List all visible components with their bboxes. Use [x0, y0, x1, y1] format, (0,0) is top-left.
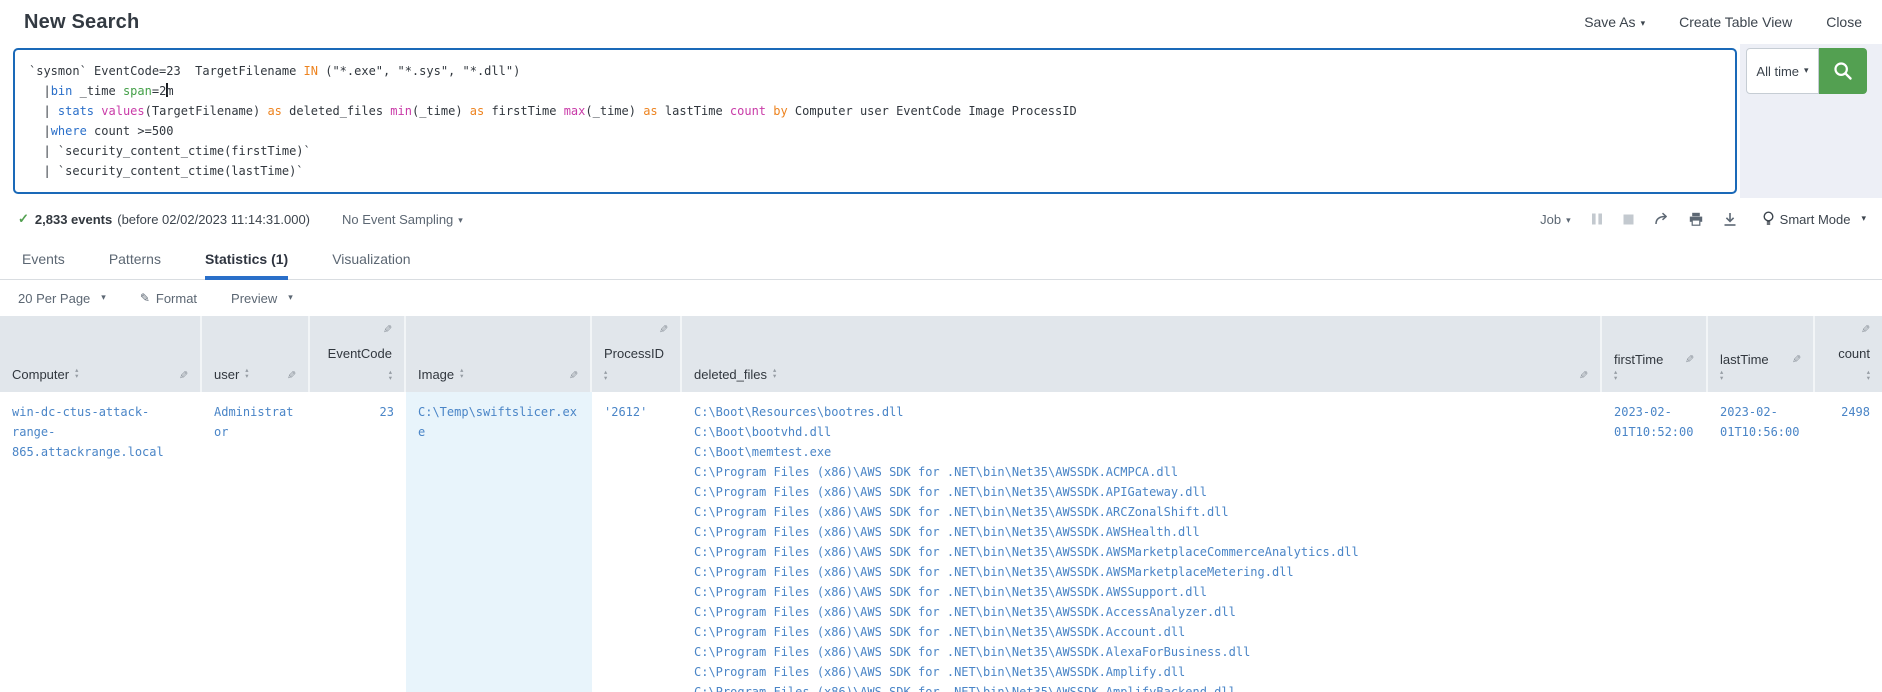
chevron-down-icon: ▾ [1804, 65, 1809, 76]
pencil-icon[interactable]: ✎ [1685, 353, 1694, 366]
create-table-view-button[interactable]: Create Table View [1679, 14, 1792, 30]
cell-count: 2498 [1815, 392, 1882, 692]
sort-arrows-icon[interactable]: ▴▾ [1614, 370, 1694, 381]
event-count-detail: (before 02/02/2023 11:14:31.000) [117, 212, 310, 227]
cell-eventcode: 23 [310, 392, 406, 692]
deleted-file-value[interactable]: C:\Boot\memtest.exe [694, 442, 1590, 462]
table-controls: 20 Per Page▾ ✎Format Preview▾ [0, 280, 1882, 316]
chevron-down-icon: ▾ [1566, 215, 1571, 226]
sort-arrows-icon[interactable]: ▴▾ [245, 368, 248, 379]
page-title: New Search [24, 11, 139, 34]
column-header-image[interactable]: Image▴▾ ✎ [406, 316, 592, 392]
column-header-computer[interactable]: Computer▴▾ ✎ [0, 316, 202, 392]
preview-menu[interactable]: Preview▾ [231, 291, 293, 306]
column-header-eventcode[interactable]: ✎ EventCode ▴▾ [310, 316, 406, 392]
column-header-processid[interactable]: ✎ ProcessID ▴▾ [592, 316, 682, 392]
pencil-icon[interactable]: ✎ [569, 369, 578, 382]
chevron-down-icon: ▾ [288, 292, 293, 303]
deleted-file-value[interactable]: C:\Program Files (x86)\AWS SDK for .NET\… [694, 542, 1590, 562]
event-sampling-menu[interactable]: No Event Sampling▾ [342, 212, 463, 227]
column-header-count[interactable]: ✎ count ▴▾ [1815, 316, 1882, 392]
tab-statistics[interactable]: Statistics (1) [205, 251, 288, 279]
search-bar-row: `sysmon` EventCode=23 TargetFilename IN … [0, 44, 1882, 198]
share-icon[interactable] [1654, 212, 1669, 226]
pencil-icon[interactable]: ✎ [383, 323, 392, 336]
pencil-icon[interactable]: ✎ [1792, 353, 1801, 366]
cell-computer: win-dc-ctus-attack-range-865.attackrange… [0, 392, 202, 692]
format-button[interactable]: ✎Format [140, 291, 197, 306]
lightbulb-icon [1763, 211, 1774, 227]
cell-deleted-files: C:\Boot\Resources\bootres.dllC:\Boot\boo… [682, 392, 1602, 692]
table-row: win-dc-ctus-attack-range-865.attackrange… [0, 392, 1882, 692]
download-icon[interactable] [1723, 212, 1737, 226]
deleted-file-value[interactable]: C:\Program Files (x86)\AWS SDK for .NET\… [694, 502, 1590, 522]
cell-processid: '2612' [592, 392, 682, 692]
deleted-file-value[interactable]: C:\Program Files (x86)\AWS SDK for .NET\… [694, 462, 1590, 482]
cell-lasttime: 2023-02-01T10:56:00 [1708, 392, 1815, 692]
sort-arrows-icon[interactable]: ▴▾ [389, 370, 392, 381]
magnifier-icon [1832, 60, 1854, 82]
tab-events[interactable]: Events [22, 251, 65, 279]
deleted-file-value[interactable]: C:\Program Files (x86)\AWS SDK for .NET\… [694, 662, 1590, 682]
deleted-file-value[interactable]: C:\Program Files (x86)\AWS SDK for .NET\… [694, 482, 1590, 502]
save-as-button[interactable]: Save As▾ [1584, 14, 1645, 30]
print-icon[interactable] [1689, 212, 1703, 226]
pencil-icon[interactable]: ✎ [659, 323, 668, 336]
close-button[interactable]: Close [1826, 14, 1862, 30]
deleted-file-value[interactable]: C:\Program Files (x86)\AWS SDK for .NET\… [694, 582, 1590, 602]
chevron-down-icon: ▾ [101, 292, 106, 303]
search-button[interactable] [1819, 48, 1867, 94]
sort-arrows-icon[interactable]: ▴▾ [1720, 370, 1801, 381]
splunk-search-page: New Search Save As▾ Create Table View Cl… [0, 0, 1882, 692]
search-input[interactable]: `sysmon` EventCode=23 TargetFilename IN … [13, 48, 1737, 194]
job-actions: Job▾ Smart Mode ▾ [1540, 211, 1866, 227]
deleted-file-value[interactable]: C:\Program Files (x86)\AWS SDK for .NET\… [694, 562, 1590, 582]
chevron-down-icon: ▾ [1641, 18, 1646, 29]
per-page-menu[interactable]: 20 Per Page▾ [18, 291, 106, 306]
sort-arrows-icon[interactable]: ▴▾ [1867, 370, 1870, 381]
deleted-file-value[interactable]: C:\Boot\Resources\bootres.dll [694, 402, 1590, 422]
pencil-icon[interactable]: ✎ [287, 369, 296, 382]
top-bar: New Search Save As▾ Create Table View Cl… [0, 0, 1882, 44]
stop-icon[interactable] [1623, 214, 1634, 225]
top-actions: Save As▾ Create Table View Close [1584, 14, 1862, 30]
deleted-file-value[interactable]: C:\Program Files (x86)\AWS SDK for .NET\… [694, 642, 1590, 662]
time-range-picker[interactable]: All time▾ [1746, 48, 1819, 94]
sort-arrows-icon[interactable]: ▴▾ [604, 370, 607, 381]
column-header-user[interactable]: user▴▾ ✎ [202, 316, 310, 392]
pencil-icon: ✎ [140, 291, 150, 305]
deleted-file-value[interactable]: C:\Boot\bootvhd.dll [694, 422, 1590, 442]
cell-user: Administrator [202, 392, 310, 692]
deleted-file-value[interactable]: C:\Program Files (x86)\AWS SDK for .NET\… [694, 522, 1590, 542]
column-header-deleted-files[interactable]: deleted_files▴▾ ✎ [682, 316, 1602, 392]
tab-patterns[interactable]: Patterns [109, 251, 161, 279]
sort-arrows-icon[interactable]: ▴▾ [773, 368, 776, 379]
table-header-row: Computer▴▾ ✎ user▴▾ ✎ ✎ EventCode ▴▾ Ima… [0, 316, 1882, 392]
column-header-lasttime[interactable]: lastTime✎ ▴▾ [1708, 316, 1815, 392]
deleted-file-value[interactable]: C:\Program Files (x86)\AWS SDK for .NET\… [694, 602, 1590, 622]
pencil-icon[interactable]: ✎ [179, 369, 188, 382]
deleted-file-value[interactable]: C:\Program Files (x86)\AWS SDK for .NET\… [694, 622, 1590, 642]
pencil-icon[interactable]: ✎ [1861, 323, 1870, 336]
job-status-bar: ✓ 2,833 events (before 02/02/2023 11:14:… [0, 198, 1882, 240]
search-mode-menu[interactable]: Smart Mode ▾ [1763, 211, 1866, 227]
pause-icon[interactable] [1591, 213, 1603, 225]
sort-arrows-icon[interactable]: ▴▾ [75, 368, 78, 379]
cell-image: C:\Temp\swiftslicer.exe [406, 392, 592, 692]
chevron-down-icon: ▾ [458, 215, 463, 226]
deleted-files-list: C:\Boot\Resources\bootres.dllC:\Boot\boo… [694, 402, 1590, 692]
column-header-firsttime[interactable]: firstTime✎ ▴▾ [1602, 316, 1708, 392]
statistics-table: Computer▴▾ ✎ user▴▾ ✎ ✎ EventCode ▴▾ Ima… [0, 316, 1882, 692]
deleted-file-value[interactable]: C:\Program Files (x86)\AWS SDK for .NET\… [694, 682, 1590, 692]
job-menu[interactable]: Job▾ [1540, 212, 1571, 227]
cell-firsttime: 2023-02-01T10:52:00 [1602, 392, 1708, 692]
tab-visualization[interactable]: Visualization [332, 251, 410, 279]
event-count: 2,833 events [35, 212, 112, 227]
result-tabs: Events Patterns Statistics (1) Visualiza… [0, 240, 1882, 280]
sort-arrows-icon[interactable]: ▴▾ [460, 368, 463, 379]
search-query: `sysmon` EventCode=23 TargetFilename IN … [29, 61, 1721, 181]
pencil-icon[interactable]: ✎ [1579, 369, 1588, 382]
checkmark-icon: ✓ [18, 211, 29, 227]
chevron-down-icon: ▾ [1861, 213, 1866, 224]
